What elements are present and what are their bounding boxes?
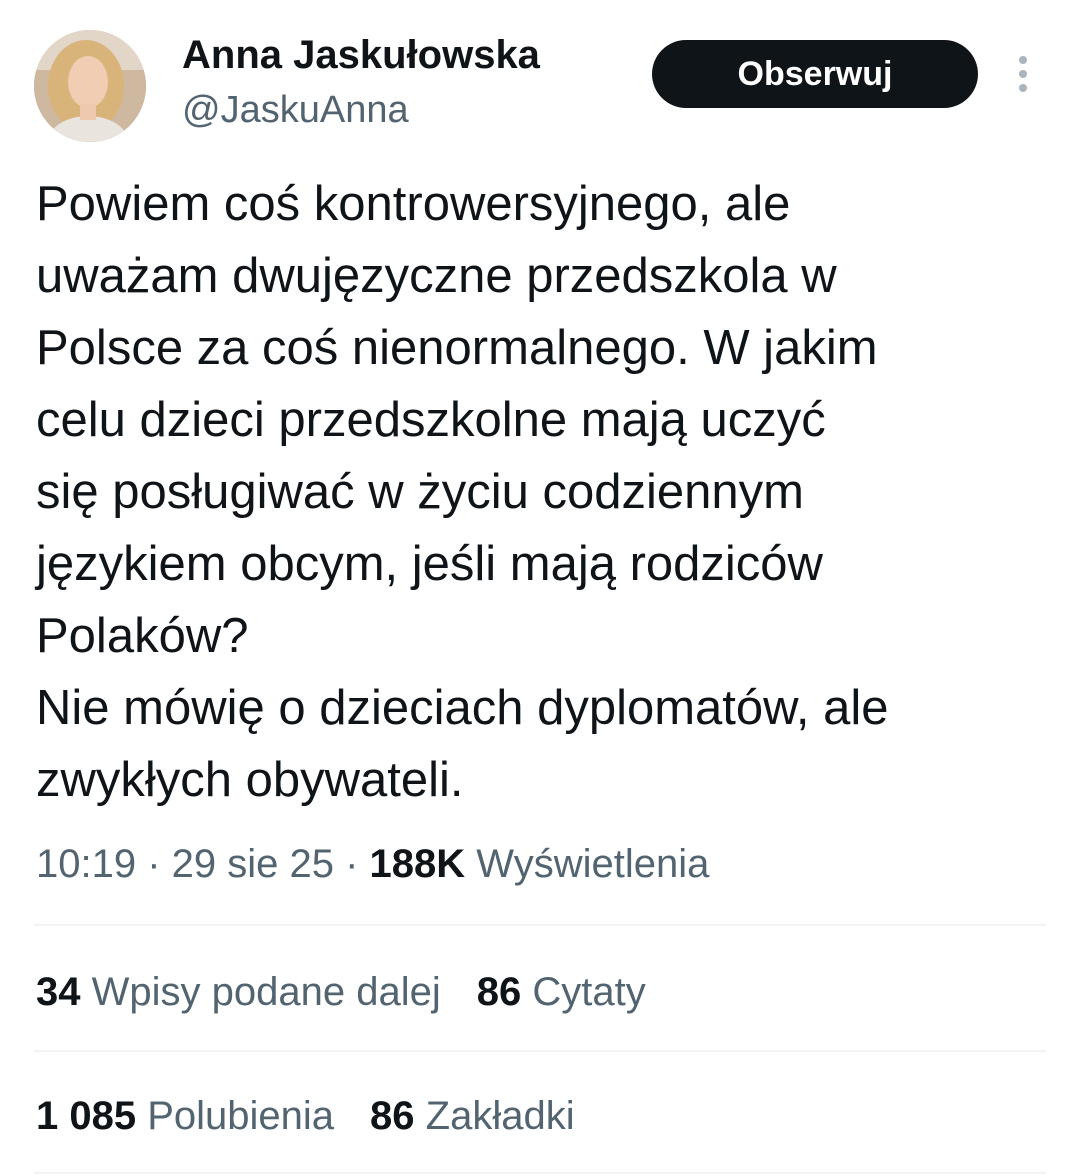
more-vertical-icon [1019,56,1027,92]
avatar-photo-icon [34,30,146,142]
tweet-header: Anna Jaskułowska @JaskuAnna Obserwuj [0,0,1080,150]
likes-stat[interactable]: 1 085 Polubienia [36,1088,334,1144]
likes-label: Polubienia [136,1094,335,1138]
reposts-stat[interactable]: 34 Wpisy podane dalej [36,964,441,1020]
tweet-meta: 10:19 · 29 sie 25 · 188K Wyświetlenia [36,836,709,892]
views-count: 188K [369,842,466,886]
tweet-text: Powiem coś kontrowersyjnego, ale uważam … [36,177,889,807]
tweet-time[interactable]: 10:19 [36,842,136,886]
follow-button[interactable]: Obserwuj [652,40,978,108]
meta-separator: · [334,842,370,886]
bookmarks-label: Zakładki [414,1094,575,1138]
author-name[interactable]: Anna Jaskułowska [182,32,540,78]
reposts-label: Wpisy podane dalej [80,970,441,1014]
quotes-stat[interactable]: 86 Cytaty [477,964,646,1020]
divider [34,924,1046,926]
likes-count: 1 085 [36,1094,137,1138]
author-handle[interactable]: @JaskuAnna [182,88,409,132]
stats-row-reposts: 34 Wpisy podane dalej 86 Cytaty [36,964,646,1020]
reposts-count: 34 [36,970,81,1014]
divider [34,1172,1046,1174]
divider [34,1050,1046,1052]
quotes-count: 86 [476,970,522,1014]
tweet-date[interactable]: 29 sie 25 [172,842,334,886]
stats-row-likes: 1 085 Polubienia 86 Zakładki [36,1088,575,1144]
more-options-button[interactable] [1008,54,1038,98]
author-avatar[interactable] [34,30,146,142]
bookmarks-stat[interactable]: 86 Zakładki [370,1088,575,1144]
quotes-label: Cytaty [521,970,646,1014]
bookmarks-count: 86 [370,1094,415,1138]
meta-separator: · [136,842,172,886]
views-label: Wyświetlenia [465,842,710,886]
